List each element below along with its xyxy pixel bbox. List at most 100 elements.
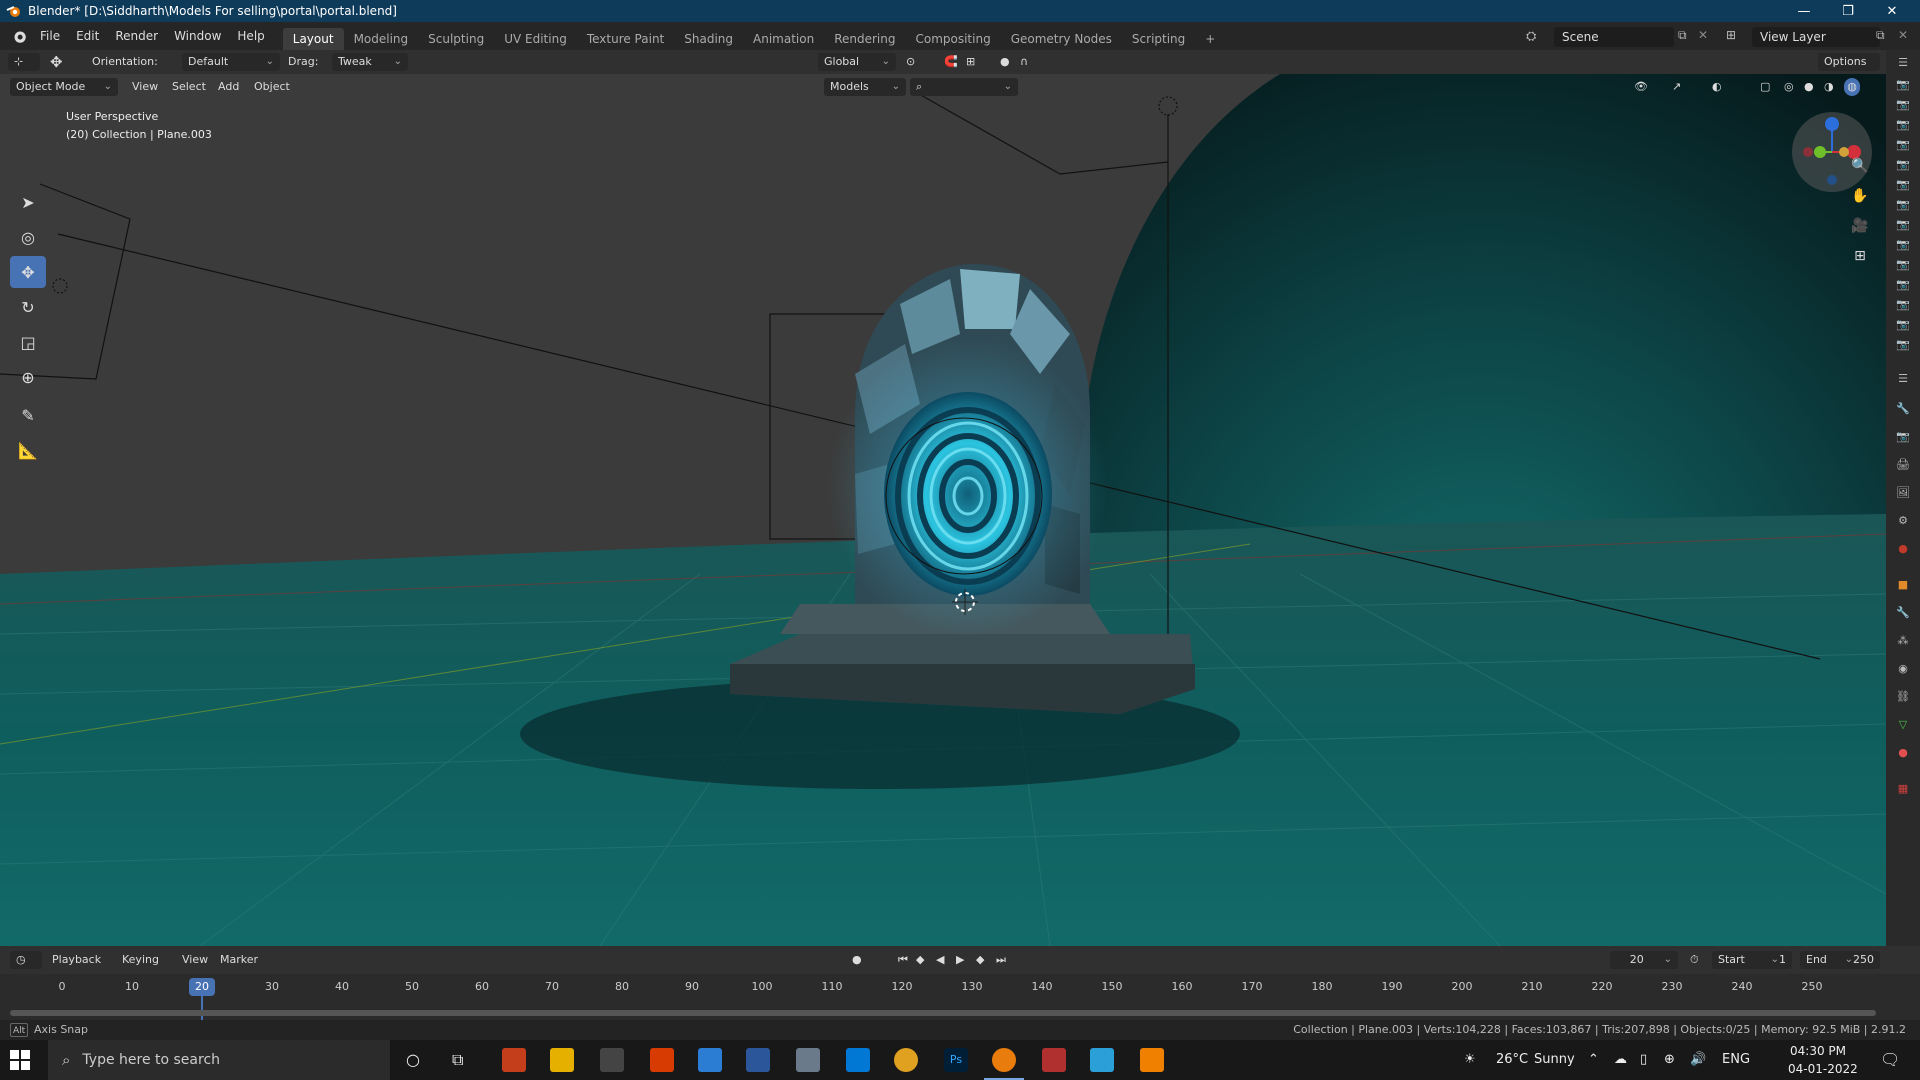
move-tool-button[interactable]: ✥ xyxy=(10,256,46,288)
overlay-toggle-icon[interactable]: ◐ xyxy=(1712,78,1722,96)
shading-rendered-icon[interactable]: ◍ xyxy=(1844,78,1860,96)
render-visibility-camera-icon[interactable]: 📷 xyxy=(1895,118,1911,132)
blender-taskbar-icon[interactable] xyxy=(992,1048,1016,1072)
render-visibility-camera-icon[interactable]: 📷 xyxy=(1895,138,1911,152)
add-workspace-button[interactable]: + xyxy=(1195,28,1225,50)
material-properties-icon[interactable]: ● xyxy=(1895,746,1911,760)
pivot-point-icon[interactable]: ⊙ xyxy=(906,53,915,71)
word-icon[interactable] xyxy=(746,1048,770,1072)
ortho-toggle-icon[interactable]: ⊞ xyxy=(1848,244,1872,268)
menu-marker[interactable]: Marker xyxy=(220,951,258,969)
timeline-editor-type-icon[interactable]: ◷ xyxy=(10,951,42,969)
tab-geometry-nodes[interactable]: Geometry Nodes xyxy=(1001,28,1122,50)
object-properties-icon[interactable]: ■ xyxy=(1895,578,1911,592)
pan-hand-icon[interactable]: ✋ xyxy=(1848,184,1872,208)
gizmo-toggle-icon[interactable]: ↗ xyxy=(1672,78,1681,96)
data-properties-icon[interactable]: ▽ xyxy=(1895,718,1911,732)
navigation-gizmo[interactable] xyxy=(1790,110,1874,194)
render-visibility-camera-icon[interactable]: 📷 xyxy=(1895,158,1911,172)
tab-sculpting[interactable]: Sculpting xyxy=(418,28,494,50)
render-visibility-camera-icon[interactable]: 📷 xyxy=(1895,338,1911,352)
proportional-edit-icon[interactable]: ● xyxy=(1000,53,1010,71)
delete-view-layer-icon[interactable]: ✕ xyxy=(1898,28,1908,42)
menu-select[interactable]: Select xyxy=(172,78,206,96)
menu-playback[interactable]: Playback xyxy=(52,951,101,969)
orientation-dropdown[interactable]: Default xyxy=(182,53,280,71)
menu-help[interactable]: Help xyxy=(229,22,272,50)
tab-shading[interactable]: Shading xyxy=(674,28,743,50)
annotate-tool-icon[interactable]: ✎ xyxy=(10,399,46,431)
menu-render[interactable]: Render xyxy=(107,22,166,50)
notifications-icon[interactable]: 🗨 xyxy=(1880,1040,1900,1080)
viewport-search-input[interactable]: ⌕ xyxy=(910,78,1018,96)
3d-viewport[interactable]: Object Mode View Select Add Object Model… xyxy=(0,74,1886,946)
file-explorer-icon[interactable] xyxy=(550,1048,574,1072)
globe-icon[interactable]: ⊕ xyxy=(1664,1040,1675,1080)
tab-layout[interactable]: Layout xyxy=(282,28,344,50)
photoshop-icon[interactable]: Ps xyxy=(944,1048,968,1072)
vpn-icon[interactable] xyxy=(1090,1048,1114,1072)
view-layer-icon[interactable]: ⊞ xyxy=(1726,28,1736,42)
clock-date[interactable]: 04-01-2022 xyxy=(1788,1049,1858,1080)
timeline[interactable]: 0 10 20 30 40 50 60 70 80 90 100 110 120 130 140 150 160… xyxy=(0,974,1920,1022)
visibility-icon[interactable]: 👁 xyxy=(1634,78,1648,96)
tab-uv-editing[interactable]: UV Editing xyxy=(494,28,577,50)
menu-keying[interactable]: Keying xyxy=(122,951,159,969)
minimize-button[interactable]: — xyxy=(1782,0,1826,22)
falloff-icon[interactable]: ∩ xyxy=(1020,53,1028,71)
powerpoint-icon[interactable] xyxy=(502,1048,526,1072)
render-visibility-camera-icon[interactable]: 📷 xyxy=(1895,298,1911,312)
render-visibility-camera-icon[interactable]: 📷 xyxy=(1895,318,1911,332)
modifier-properties-icon[interactable]: 🔧 xyxy=(1895,606,1911,620)
menu-file[interactable]: File xyxy=(32,22,68,50)
volume-icon[interactable]: 🔊 xyxy=(1690,1040,1706,1080)
zoom-icon[interactable]: 🔍 xyxy=(1848,154,1872,178)
office-icon[interactable] xyxy=(650,1048,674,1072)
transform-tool-icon[interactable]: ⊕ xyxy=(10,361,46,393)
render-visibility-camera-icon[interactable]: 📷 xyxy=(1895,198,1911,212)
battery-icon[interactable]: ▯ xyxy=(1640,1040,1647,1080)
render-visibility-camera-icon[interactable]: 📷 xyxy=(1895,78,1911,92)
play-icon[interactable]: ▶ xyxy=(956,951,964,969)
output-properties-icon[interactable]: 🖨 xyxy=(1895,458,1911,472)
snap-mode-icon[interactable]: ⊞ xyxy=(966,53,975,71)
current-frame-field[interactable]: 20 xyxy=(1610,951,1678,969)
start-frame-field[interactable]: Start 1 xyxy=(1712,951,1792,969)
view-layer-properties-icon[interactable]: 🖼 xyxy=(1895,486,1911,500)
menu-window[interactable]: Window xyxy=(166,22,229,50)
xray-icon[interactable]: ▢ xyxy=(1760,78,1770,96)
render-visibility-camera-icon[interactable]: 📷 xyxy=(1895,218,1911,232)
scale-tool-icon[interactable]: ◲ xyxy=(10,326,46,358)
drag-dropdown[interactable]: Tweak xyxy=(332,53,408,71)
next-keyframe-icon[interactable]: ◆ xyxy=(976,951,984,969)
options-dropdown[interactable]: Options xyxy=(1818,53,1880,71)
scene-selector-icon[interactable]: ⛭ xyxy=(1526,29,1536,44)
app-icon[interactable] xyxy=(1042,1048,1066,1072)
windows-start-icon[interactable] xyxy=(10,1050,30,1070)
delete-scene-icon[interactable]: ✕ xyxy=(1698,28,1708,42)
select-box-tool-icon[interactable]: ➤ xyxy=(10,186,46,218)
shading-solid-icon[interactable]: ● xyxy=(1804,78,1814,96)
play-reverse-icon[interactable]: ◀ xyxy=(936,951,944,969)
new-scene-icon[interactable]: ⧉ xyxy=(1678,28,1687,43)
taskbar-search-input[interactable]: ⌕ Type here to search xyxy=(48,1040,390,1080)
jump-end-icon[interactable]: ⏭ xyxy=(996,951,1006,969)
new-view-layer-icon[interactable]: ⧉ xyxy=(1876,28,1885,43)
snap-toggle-icon[interactable]: 🧲 xyxy=(944,53,958,71)
rotate-tool-icon[interactable]: ↻ xyxy=(10,291,46,323)
network-icon[interactable]: ☁ xyxy=(1614,1040,1627,1080)
camera-view-icon[interactable]: 🎥 xyxy=(1848,214,1872,238)
end-frame-field[interactable]: End 250 xyxy=(1800,951,1880,969)
shading-wireframe-icon[interactable]: ◎ xyxy=(1784,78,1794,96)
tab-scripting[interactable]: Scripting xyxy=(1122,28,1195,50)
render-properties-icon[interactable]: 📷 xyxy=(1895,430,1911,444)
restore-button[interactable]: ❐ xyxy=(1826,0,1870,22)
store-icon[interactable] xyxy=(600,1048,624,1072)
menu-timeline-view[interactable]: View xyxy=(182,951,208,969)
render-visibility-camera-icon[interactable]: 📷 xyxy=(1895,278,1911,292)
close-button[interactable]: ✕ xyxy=(1870,0,1914,22)
render-visibility-camera-icon[interactable]: 📷 xyxy=(1895,258,1911,272)
menu-edit[interactable]: Edit xyxy=(68,22,107,50)
prev-keyframe-icon[interactable]: ◆ xyxy=(916,951,924,969)
properties-editor-icon[interactable]: ☰ xyxy=(1895,372,1911,386)
